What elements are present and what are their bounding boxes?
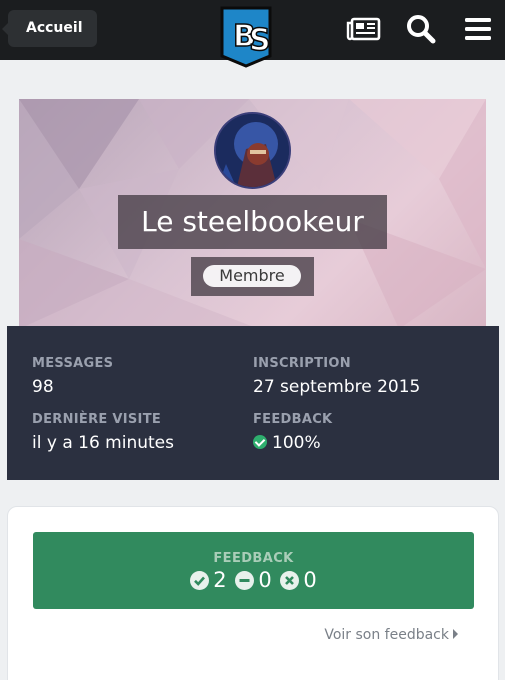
stat-last-visit: DERNIÈRE VISITE il y a 16 minutes (32, 412, 174, 453)
avatar[interactable] (214, 112, 291, 189)
feedback-percent: 100% (272, 433, 321, 453)
stat-value: 27 septembre 2015 (253, 377, 421, 397)
top-bar: Accueil B S (0, 0, 505, 68)
stat-label: FEEDBACK (253, 412, 333, 427)
bs-logo[interactable]: B S (218, 6, 274, 68)
neutral-count: 0 (258, 568, 272, 592)
negative-count: 0 (303, 568, 317, 592)
newspaper-icon[interactable] (346, 12, 382, 46)
stat-feedback: FEEDBACK 100% (253, 412, 332, 453)
svg-text:S: S (249, 23, 271, 58)
stat-value: il y a 16 minutes (32, 433, 174, 453)
stat-value: 100% (253, 433, 332, 453)
stat-label: INSCRIPTION (253, 356, 351, 371)
profile-stats: MESSAGES 98 INSCRIPTION 27 septembre 201… (7, 326, 499, 480)
caret-right-icon (453, 629, 458, 639)
feedback-counts: 2 0 0 (33, 568, 474, 592)
role-badge: Membre (203, 265, 301, 287)
feedback-card: FEEDBACK 2 0 0 Voir son feedback (7, 506, 499, 680)
stat-registration: INSCRIPTION 27 septembre 2015 (253, 356, 420, 397)
view-feedback-link[interactable]: Voir son feedback (324, 627, 458, 643)
neutral-minus-icon (235, 571, 255, 590)
search-icon[interactable] (404, 12, 440, 46)
back-home-button[interactable]: Accueil (2, 10, 97, 47)
view-feedback-label: Voir son feedback (324, 627, 449, 643)
positive-count: 2 (213, 568, 227, 592)
profile-banner: Le steelbookeur Membre (19, 99, 486, 329)
feedback-summary-button[interactable]: FEEDBACK 2 0 0 (33, 532, 474, 609)
negative-x-icon (280, 571, 300, 590)
stat-label: DERNIÈRE VISITE (32, 412, 162, 427)
stat-label: MESSAGES (32, 356, 114, 371)
hamburger-menu-icon[interactable] (460, 12, 496, 46)
stat-value: 98 (32, 377, 54, 397)
positive-check-icon (190, 571, 210, 590)
check-circle-icon (253, 435, 267, 449)
role-box: Membre (191, 257, 314, 296)
username: Le steelbookeur (118, 195, 387, 249)
stat-messages: MESSAGES 98 (32, 356, 113, 397)
feedback-title: FEEDBACK (213, 551, 294, 566)
